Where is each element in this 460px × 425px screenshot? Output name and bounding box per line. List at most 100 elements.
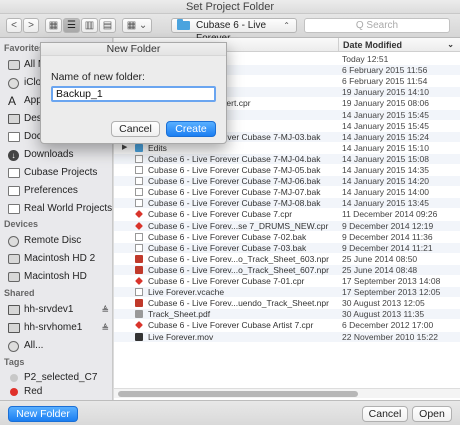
sidebar-item-macintosh-hd[interactable]: Macintosh HD (8, 269, 111, 285)
file-row[interactable]: Cubase 6 - Live Forev...uendo_Track_Shee… (114, 298, 460, 308)
downloads-icon: ↓ (8, 150, 19, 161)
sidebar-item-hh-srvhome1[interactable]: hh-srvhome1 ≜ (8, 320, 111, 336)
sidebar-item-all-shared[interactable]: All... (8, 338, 111, 354)
file-name: Cubase 6 - Live Forev...o_Track_Sheet_60… (148, 264, 329, 275)
sidebar-item-preferences[interactable]: Preferences (8, 183, 111, 199)
file-date: 14 January 2015 15:10 (342, 142, 429, 153)
file-name: Cubase 6 - Live Forever Cubase 7-MJ-08.b… (148, 198, 321, 209)
file-row[interactable]: Cubase 6 - Live Forever Cubase 7-MJ-08.b… (114, 198, 460, 209)
view-coverflow-button[interactable]: ▤ (99, 18, 116, 33)
tags-heading: Tags (4, 357, 25, 367)
sidebar-item-cubase-projects[interactable]: Cubase Projects (8, 165, 111, 181)
new-folder-button[interactable]: New Folder (8, 406, 78, 422)
folder-icon (177, 19, 190, 30)
scrollbar-thumb[interactable] (118, 391, 358, 397)
sidebar-item-downloads[interactable]: ↓ Downloads (8, 147, 111, 163)
file-type-icon (135, 265, 143, 274)
file-row[interactable]: Cubase 6 - Live Forev...o_Track_Sheet_60… (114, 254, 460, 264)
sidebar-item-label: All... (24, 340, 44, 351)
dialog-cancel-button[interactable]: Cancel (111, 121, 160, 137)
shared-heading: Shared (4, 288, 35, 298)
file-row[interactable]: Cubase 6 - Live Forever Cubase 7-MJ-05.b… (114, 165, 460, 175)
tag-dot-icon (10, 388, 18, 396)
file-date: 30 August 2013 12:05 (342, 298, 425, 309)
file-type-icon (135, 188, 143, 197)
file-date: 14 January 2015 15:24 (342, 131, 429, 142)
file-type-icon (135, 177, 143, 186)
arrange-button[interactable]: ▦ ⌄ (122, 18, 152, 33)
file-row[interactable]: Cubase 6 - Live Forev...se 7_DRUMS_NEW.c… (114, 220, 460, 231)
date-modified-column-header[interactable]: Date Modified ⌄ (338, 38, 460, 52)
eject-icon[interactable]: ≜ (101, 320, 109, 336)
file-date: 11 December 2014 09:26 (342, 209, 438, 220)
path-popup[interactable]: Cubase 6 - Live Forever ⌃ (171, 18, 297, 44)
sidebar-item-remote-disc[interactable]: Remote Disc (8, 233, 111, 249)
file-name: Cubase 6 - Live Forev...se 7_DRUMS_NEW.c… (148, 220, 329, 231)
folder-name-input[interactable] (51, 86, 216, 102)
file-row[interactable]: Live Forever.vcache 17 September 2013 12:… (114, 287, 460, 298)
toolbar: < > ▦ ☰ ▥ ▤ ▦ ⌄ Cubase 6 - Live Forever … (0, 14, 460, 44)
folder-icon (8, 186, 20, 196)
sidebar-item-macintosh-hd-2[interactable]: Macintosh HD 2 (8, 251, 111, 267)
file-name: Cubase 6 - Live Forever Cubase Artist 7.… (148, 320, 314, 331)
cancel-button[interactable]: Cancel (362, 406, 408, 422)
file-type-icon (135, 277, 143, 285)
file-row[interactable]: Cubase 6 - Live Forever Cubase 7-03.bak 9… (114, 242, 460, 253)
tag-dot-icon (10, 374, 18, 382)
sidebar-item-label: hh-srvhome1 (24, 322, 83, 333)
file-date: 25 June 2014 08:50 (342, 253, 418, 264)
file-name: Cubase 6 - Live Forever Cubase 7.cpr (148, 209, 293, 220)
file-row[interactable]: Cubase 6 - Live Forever Cubase Artist 7.… (114, 320, 460, 330)
sidebar-item-tag-red[interactable]: Red (8, 384, 111, 400)
view-columns-button[interactable]: ▥ (81, 18, 98, 33)
file-name: Cubase 6 - Live Forever Cubase 7-03.bak (148, 242, 307, 253)
file-row[interactable]: Cubase 6 - Live Forever Cubase 7-MJ-06.b… (114, 176, 460, 187)
back-button[interactable]: < (6, 18, 22, 33)
sidebar-item-hh-srvdev1[interactable]: hh-srvdev1 ≜ (8, 302, 111, 318)
view-list-button[interactable]: ☰ (63, 18, 80, 33)
disclosure-triangle-icon[interactable]: ▶ (122, 143, 127, 153)
sidebar-item-real-world-projects[interactable]: Real World Projects (8, 201, 113, 217)
file-row[interactable]: Cubase 6 - Live Forever Cubase 7.cpr 11 D… (114, 209, 460, 219)
file-name: Track_Sheet.pdf (148, 309, 211, 320)
file-row[interactable]: ▶ Edits 14 January 2015 15:10 (114, 143, 460, 153)
file-name: Cubase 6 - Live Forever Cubase 7-MJ-04.b… (148, 153, 321, 164)
file-date: 19 January 2015 08:06 (342, 98, 429, 109)
file-date: 14 January 2015 15:45 (342, 109, 429, 120)
file-type-icon (135, 243, 143, 252)
eject-icon[interactable]: ≜ (101, 302, 109, 318)
file-row[interactable]: Cubase 6 - Live Forever Cubase 7-MJ-04.b… (114, 153, 460, 164)
dialog-create-button[interactable]: Create (166, 121, 216, 137)
file-name: Cubase 6 - Live Forever Cubase 7-02.bak (148, 231, 307, 242)
file-date: Today 12:51 (342, 54, 389, 64)
file-row[interactable]: Cubase 6 - Live Forever Cubase 7-01.cpr 1… (114, 276, 460, 286)
disk-icon (8, 272, 20, 282)
file-date: 6 February 2015 11:54 (342, 76, 428, 87)
file-date: 9 December 2014 11:21 (342, 242, 433, 253)
file-date: 9 December 2014 11:36 (342, 231, 433, 242)
search-input[interactable]: Q Search (304, 18, 450, 33)
file-type-icon (135, 332, 143, 341)
file-date: 30 August 2013 11:35 (342, 309, 425, 320)
file-type-icon (135, 310, 143, 319)
file-date: 22 November 2010 15:22 (342, 331, 438, 342)
file-row[interactable]: Live Forever.mov 22 November 2010 15:22 (114, 331, 460, 342)
file-type-icon (135, 221, 143, 230)
chevron-down-icon: ⌄ (447, 40, 454, 49)
view-icons-button[interactable]: ▦ (45, 18, 62, 33)
new-folder-dialog: New Folder Name of new folder: Cancel Cr… (40, 42, 227, 144)
forward-button[interactable]: > (23, 18, 39, 33)
disc-icon (8, 236, 19, 247)
file-row[interactable]: Cubase 6 - Live Forev...o_Track_Sheet_60… (114, 264, 460, 275)
file-date: 25 June 2014 08:48 (342, 264, 418, 275)
file-row[interactable]: Cubase 6 - Live Forever Cubase 7-02.bak 9… (114, 232, 460, 242)
horizontal-scrollbar[interactable] (114, 388, 460, 398)
folder-icon (8, 168, 20, 178)
open-button[interactable]: Open (412, 406, 452, 422)
file-name: Live Forever.vcache (148, 287, 225, 298)
sidebar-item-label: Real World Projects (24, 203, 113, 214)
file-row[interactable]: Track_Sheet.pdf 30 August 2013 11:35 (114, 309, 460, 320)
file-row[interactable]: Cubase 6 - Live Forever Cubase 7-MJ-07.b… (114, 187, 460, 197)
sidebar-item-label: Cubase Projects (24, 167, 98, 178)
file-date: 14 January 2015 15:45 (342, 120, 429, 131)
